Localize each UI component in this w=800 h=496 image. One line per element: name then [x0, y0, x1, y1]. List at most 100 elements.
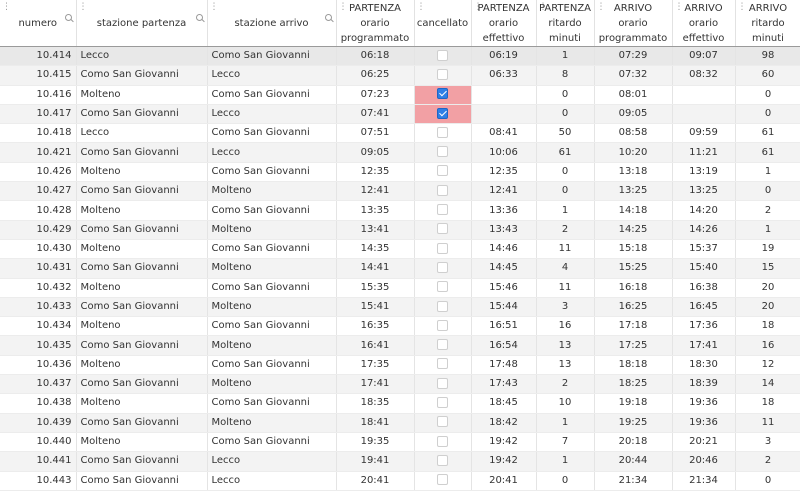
- cell-cancellato[interactable]: [414, 104, 472, 125]
- cell-partenza-ritardo: 1: [536, 451, 595, 472]
- cancellato-checkbox[interactable]: [437, 358, 448, 370]
- cell-cancellato[interactable]: [414, 65, 472, 86]
- cell-partenza-programmato: 12:35: [336, 162, 415, 183]
- cancellato-checkbox[interactable]: [437, 416, 448, 428]
- table-row[interactable]: 10.415 Como San Giovanni Lecco 06:25 06:33 8 0…: [0, 65, 800, 86]
- cancellato-checkbox[interactable]: [437, 377, 448, 389]
- cancellato-checkbox[interactable]: [437, 184, 448, 196]
- cancellato-checkbox[interactable]: [437, 49, 448, 61]
- table-row[interactable]: 10.417 Como San Giovanni Lecco 07:41 0 09:05 0: [0, 104, 800, 125]
- table-row[interactable]: 10.429 Como San Giovanni Molteno 13:41 13:43…: [0, 220, 800, 240]
- table-row[interactable]: 10.432 Molteno Como San Giovanni 15:35 15:46…: [0, 278, 800, 298]
- cell-stazione-partenza: Molteno: [76, 432, 208, 453]
- cell-arrivo-effettivo: 18:39: [672, 374, 736, 395]
- cell-cancellato[interactable]: [414, 451, 472, 472]
- cell-cancellato[interactable]: [414, 413, 472, 433]
- table-row[interactable]: 10.428 Molteno Como San Giovanni 13:35 13:36…: [0, 200, 800, 221]
- table-row[interactable]: 10.414 Lecco Como San Giovanni 06:18 06:19 1 0…: [0, 46, 800, 67]
- cell-cancellato[interactable]: [414, 239, 472, 260]
- column-header-arrivo-effettivo[interactable]: ⋮ ARRIVO orario effettivo: [672, 0, 736, 47]
- cancellato-checkbox[interactable]: [437, 300, 448, 312]
- table-row[interactable]: 10.436 Molteno Como San Giovanni 17:35 17:48…: [0, 355, 800, 376]
- cell-cancellato[interactable]: [414, 46, 472, 67]
- table-row[interactable]: 10.433 Como San Giovanni Molteno 15:41 15:44…: [0, 297, 800, 318]
- cancellato-checkbox[interactable]: [437, 68, 448, 80]
- cell-cancellato[interactable]: [414, 355, 472, 376]
- drag-handle-icon[interactable]: ⋮: [339, 3, 348, 12]
- cell-cancellato[interactable]: [414, 432, 472, 453]
- cell-cancellato[interactable]: [414, 393, 472, 414]
- search-icon[interactable]: [195, 14, 205, 23]
- drag-handle-icon[interactable]: ⋮: [738, 3, 747, 12]
- cancellato-checkbox[interactable]: [437, 242, 448, 254]
- cell-cancellato[interactable]: [414, 85, 472, 105]
- cancellato-checkbox[interactable]: [437, 474, 448, 486]
- cell-arrivo-programmato: 19:25: [594, 413, 673, 433]
- drag-handle-icon[interactable]: ⋮: [417, 3, 426, 12]
- cell-cancellato[interactable]: [414, 258, 472, 279]
- cancellato-checkbox[interactable]: [437, 126, 448, 138]
- table-row[interactable]: 10.418 Lecco Como San Giovanni 07:51 08:41 50…: [0, 123, 800, 144]
- cell-cancellato[interactable]: [414, 471, 472, 491]
- cancellato-checkbox[interactable]: [437, 107, 448, 119]
- column-header-cancellato[interactable]: ⋮ cancellato: [414, 0, 472, 47]
- drag-handle-icon[interactable]: ⋮: [597, 3, 606, 12]
- cancellato-checkbox[interactable]: [437, 165, 448, 177]
- column-header-stazione-arrivo[interactable]: ⋮ stazione arrivo: [207, 0, 337, 47]
- drag-handle-icon[interactable]: ⋮: [539, 3, 548, 12]
- cell-cancellato[interactable]: [414, 297, 472, 318]
- table-row[interactable]: 10.439 Como San Giovanni Molteno 18:41 18:42…: [0, 413, 800, 433]
- table-row[interactable]: 10.421 Como San Giovanni Lecco 09:05 10:06 61…: [0, 142, 800, 163]
- drag-handle-icon[interactable]: ⋮: [79, 3, 88, 12]
- search-icon[interactable]: [64, 14, 74, 23]
- cancellato-checkbox[interactable]: [437, 396, 448, 408]
- table-row[interactable]: 10.441 Como San Giovanni Lecco 19:41 19:42 1 2…: [0, 451, 800, 472]
- cell-cancellato[interactable]: [414, 200, 472, 221]
- table-row[interactable]: 10.431 Como San Giovanni Molteno 14:41 14:45…: [0, 258, 800, 279]
- table-row[interactable]: 10.426 Molteno Como San Giovanni 12:35 12:35…: [0, 162, 800, 183]
- search-icon[interactable]: [324, 14, 334, 23]
- cancellato-checkbox[interactable]: [437, 339, 448, 351]
- table-row[interactable]: 10.416 Molteno Como San Giovanni 07:23 0 08:0…: [0, 85, 800, 105]
- column-header-numero[interactable]: ⋮ numero: [0, 0, 77, 47]
- table-row[interactable]: 10.438 Molteno Como San Giovanni 18:35 18:45…: [0, 393, 800, 414]
- column-header-arrivo-ritardo[interactable]: ⋮ ARRIVO ritardo minuti: [735, 0, 800, 47]
- cell-cancellato[interactable]: [414, 123, 472, 144]
- table-row[interactable]: 10.440 Molteno Como San Giovanni 19:35 19:42…: [0, 432, 800, 453]
- cancellato-checkbox[interactable]: [437, 88, 448, 100]
- cell-cancellato[interactable]: [414, 181, 472, 202]
- cancellato-checkbox[interactable]: [437, 435, 448, 447]
- cancellato-checkbox[interactable]: [437, 281, 448, 293]
- cell-stazione-arrivo: Molteno: [207, 335, 337, 356]
- column-header-arrivo-programmato[interactable]: ⋮ ARRIVO orario programmato: [594, 0, 673, 47]
- cell-partenza-effettivo: 14:46: [471, 239, 537, 260]
- column-header-stazione-partenza[interactable]: ⋮ stazione partenza: [76, 0, 208, 47]
- table-row[interactable]: 10.443 Como San Giovanni Lecco 20:41 20:41 0 2…: [0, 471, 800, 491]
- table-row[interactable]: 10.434 Molteno Como San Giovanni 16:35 16:51…: [0, 316, 800, 337]
- cell-cancellato[interactable]: [414, 278, 472, 298]
- column-header-partenza-effettivo[interactable]: ⋮ PARTENZA orario effettivo: [471, 0, 537, 47]
- cell-cancellato[interactable]: [414, 316, 472, 337]
- cancellato-checkbox[interactable]: [437, 223, 448, 235]
- cell-cancellato[interactable]: [414, 374, 472, 395]
- cancellato-checkbox[interactable]: [437, 146, 448, 158]
- cell-cancellato[interactable]: [414, 162, 472, 183]
- drag-handle-icon[interactable]: ⋮: [2, 3, 11, 12]
- drag-handle-icon[interactable]: ⋮: [474, 3, 483, 12]
- drag-handle-icon[interactable]: ⋮: [210, 3, 219, 12]
- cell-cancellato[interactable]: [414, 335, 472, 356]
- cell-cancellato[interactable]: [414, 142, 472, 163]
- cell-cancellato[interactable]: [414, 220, 472, 240]
- cell-partenza-effettivo: 18:45: [471, 393, 537, 414]
- column-header-partenza-ritardo[interactable]: ⋮ PARTENZA ritardo minuti: [536, 0, 595, 47]
- cancellato-checkbox[interactable]: [437, 454, 448, 466]
- cancellato-checkbox[interactable]: [437, 204, 448, 216]
- cancellato-checkbox[interactable]: [437, 261, 448, 273]
- drag-handle-icon[interactable]: ⋮: [675, 3, 684, 12]
- table-row[interactable]: 10.427 Como San Giovanni Molteno 12:41 12:41…: [0, 181, 800, 202]
- table-row[interactable]: 10.435 Como San Giovanni Molteno 16:41 16:54…: [0, 335, 800, 356]
- cancellato-checkbox[interactable]: [437, 319, 448, 331]
- column-header-partenza-programmato[interactable]: ⋮ PARTENZA orario programmato: [336, 0, 415, 47]
- table-row[interactable]: 10.430 Molteno Como San Giovanni 14:35 14:46…: [0, 239, 800, 260]
- table-row[interactable]: 10.437 Como San Giovanni Molteno 17:41 17:43…: [0, 374, 800, 395]
